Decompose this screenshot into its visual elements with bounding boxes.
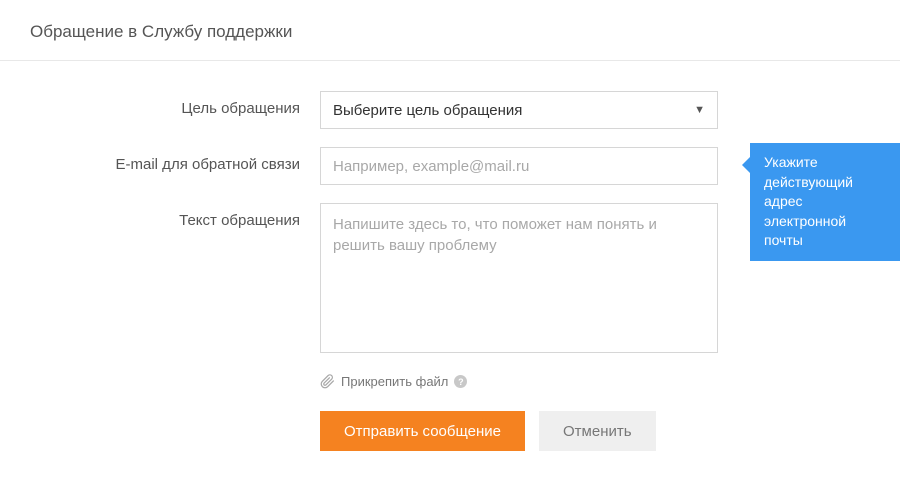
button-row: Отправить сообщение Отменить xyxy=(320,411,870,451)
purpose-label: Цель обращения xyxy=(30,91,320,117)
message-textarea[interactable] xyxy=(320,203,718,353)
page-title: Обращение в Службу поддержки xyxy=(30,22,870,42)
purpose-row: Цель обращения Выберите цель обращения ▼ xyxy=(30,91,870,129)
purpose-select-value: Выберите цель обращения xyxy=(333,102,694,119)
message-row: Текст обращения xyxy=(30,203,870,356)
paperclip-icon xyxy=(320,374,335,389)
page-header: Обращение в Службу поддержки xyxy=(0,0,900,61)
email-label: E-mail для обратной связи xyxy=(30,147,320,173)
message-label: Текст обращения xyxy=(30,203,320,229)
email-field[interactable] xyxy=(320,147,718,185)
support-form: Цель обращения Выберите цель обращения ▼… xyxy=(0,61,900,471)
tooltip-text: Укажите действующий адрес электронной по… xyxy=(764,154,853,248)
attach-file-link[interactable]: Прикрепить файл xyxy=(341,374,448,389)
attach-row: Прикрепить файл ? xyxy=(320,374,870,389)
help-icon[interactable]: ? xyxy=(454,375,467,388)
cancel-button[interactable]: Отменить xyxy=(539,411,656,451)
chevron-down-icon: ▼ xyxy=(694,104,705,116)
email-tooltip: Укажите действующий адрес электронной по… xyxy=(750,143,900,261)
purpose-select[interactable]: Выберите цель обращения ▼ xyxy=(320,91,718,129)
submit-button[interactable]: Отправить сообщение xyxy=(320,411,525,451)
